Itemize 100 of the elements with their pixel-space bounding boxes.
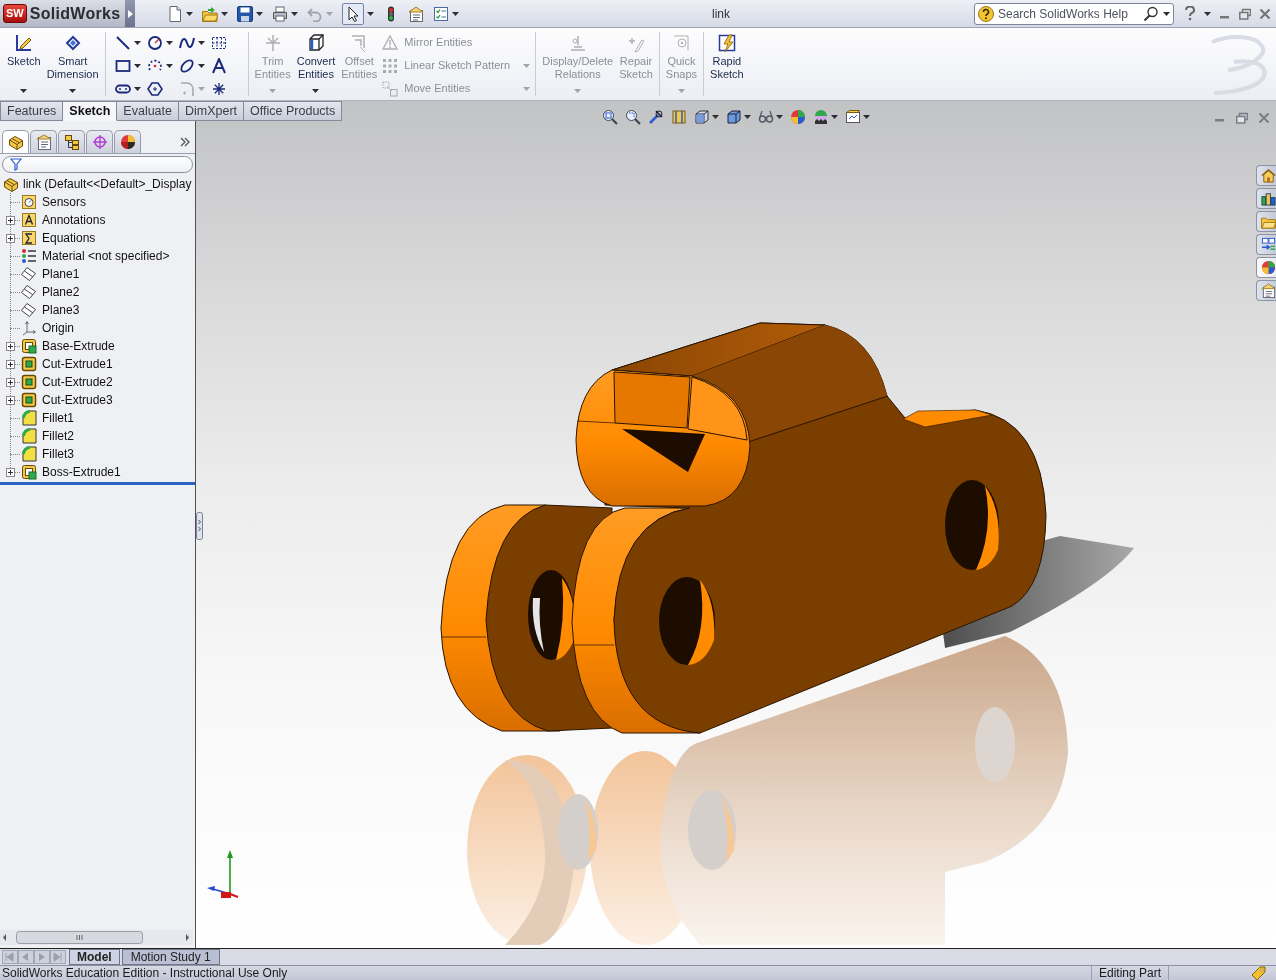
ribbon-tab[interactable]: Sketch (63, 101, 118, 121)
tree-item[interactable]: Cut-Extrude3 (42, 391, 113, 409)
tree-item[interactable]: Plane2 (42, 283, 80, 301)
dashed-grid-icon[interactable] (210, 34, 227, 51)
caret-icon[interactable] (1204, 11, 1211, 16)
color-ball-icon[interactable] (790, 109, 806, 125)
expand-plus-icon[interactable] (6, 359, 15, 369)
scene-ball-icon[interactable] (813, 109, 829, 125)
tree-item[interactable]: Fillet1 (42, 409, 74, 427)
expand-plus-icon[interactable] (6, 215, 15, 225)
tree-item[interactable]: Boss-Extrude1 (42, 463, 121, 481)
view-tab[interactable]: Model (69, 949, 120, 965)
caret-icon[interactable] (744, 115, 751, 119)
zoom-area-icon[interactable] (625, 109, 641, 125)
tree-item[interactable]: Plane3 (42, 301, 80, 319)
letter-icon[interactable] (210, 57, 227, 74)
caret-icon[interactable] (133, 86, 141, 91)
expand-plus-icon[interactable] (6, 467, 15, 477)
task-pane-tab[interactable] (1256, 257, 1276, 278)
section-view-icon[interactable] (671, 109, 687, 125)
caret-icon[interactable] (863, 115, 870, 119)
expand-plus-icon[interactable] (6, 377, 15, 387)
ribbon-tab[interactable]: Office Products (244, 101, 343, 121)
task-pane-tab[interactable] (1256, 165, 1276, 186)
glasses-icon[interactable] (758, 109, 774, 125)
circle-icon[interactable] (146, 34, 163, 51)
restore-icon[interactable] (1236, 112, 1248, 124)
caret-icon[interactable] (197, 40, 205, 45)
previous-view-icon[interactable] (648, 109, 664, 125)
filter-icon[interactable] (10, 158, 22, 171)
tag-icon[interactable] (1251, 965, 1266, 980)
checklist-icon[interactable] (433, 5, 449, 22)
caret-icon[interactable] (133, 40, 141, 45)
caret-icon[interactable] (291, 11, 298, 16)
tree-item[interactable]: Equations (42, 229, 96, 247)
caret-icon[interactable] (221, 11, 228, 16)
expand-plus-icon[interactable] (6, 395, 15, 405)
rapid-sketch-button[interactable]: Rapid Sketch (707, 28, 747, 100)
view-cube-icon[interactable] (694, 109, 710, 125)
view-settings-icon[interactable] (845, 109, 861, 125)
task-pane-tab[interactable] (1256, 234, 1276, 255)
filter-field[interactable] (2, 156, 193, 173)
tree-item[interactable]: Cut-Extrude1 (42, 355, 113, 373)
caret-icon[interactable] (1163, 11, 1170, 16)
expand-arrow-icon[interactable] (127, 9, 133, 18)
help-icon[interactable] (1184, 6, 1196, 21)
tree-item[interactable]: Annotations (42, 211, 106, 229)
panel-tab[interactable] (58, 130, 85, 153)
pointer-icon[interactable] (342, 2, 364, 25)
convert-entities-button[interactable]: Convert Entities (293, 28, 339, 100)
printer-icon[interactable] (272, 5, 288, 22)
expand-plus-icon[interactable] (6, 233, 15, 243)
tree-item[interactable]: Plane1 (42, 265, 80, 283)
tree-item[interactable]: Base-Extrude (42, 337, 115, 355)
ribbon-tab[interactable]: DimXpert (179, 101, 245, 121)
view-tab[interactable]: Motion Study 1 (121, 949, 220, 965)
panel-tab[interactable] (114, 130, 141, 153)
tree-item[interactable]: Origin (42, 319, 74, 337)
caret-icon[interactable] (165, 40, 173, 45)
caret-icon[interactable] (197, 63, 205, 68)
ribbon-tab[interactable]: Evaluate (117, 101, 179, 121)
panel-tab[interactable] (2, 130, 29, 153)
caret-icon[interactable] (69, 89, 77, 94)
document-properties-icon[interactable] (408, 5, 424, 22)
caret-icon[interactable] (831, 115, 838, 119)
ribbon-tab[interactable]: Features (0, 101, 64, 121)
chevron-icon[interactable] (180, 136, 190, 147)
tree-item[interactable]: link (Default<<Default>_Display (23, 175, 192, 193)
ellipse-icon[interactable] (178, 57, 195, 74)
line-icon[interactable] (114, 34, 131, 51)
tree-item[interactable]: Fillet3 (42, 445, 74, 463)
caret-icon[interactable] (133, 63, 141, 68)
panel-tab[interactable] (30, 130, 57, 153)
task-pane-tab[interactable] (1256, 280, 1276, 301)
expand-plus-icon[interactable] (6, 341, 15, 351)
caret-icon[interactable] (312, 89, 320, 94)
tree-item[interactable]: Cut-Extrude2 (42, 373, 113, 391)
zoom-to-fit-icon[interactable] (602, 109, 618, 125)
caret-icon[interactable] (256, 11, 263, 16)
smart-dimension-button[interactable]: Smart Dimension (43, 28, 102, 100)
asterisk-point-icon[interactable] (210, 80, 227, 97)
caret-icon[interactable] (776, 115, 783, 119)
tree-item[interactable]: Sensors (42, 193, 87, 211)
caret-icon[interactable] (452, 11, 459, 16)
splitter-grip-icon[interactable] (196, 512, 203, 540)
horizontal-scrollbar[interactable] (0, 930, 193, 945)
caret-icon[interactable] (367, 11, 374, 16)
caret-icon[interactable] (20, 89, 28, 94)
shaded-cube-icon[interactable] (726, 109, 742, 125)
rectangle-icon[interactable] (114, 57, 131, 74)
new-document-icon[interactable] (167, 5, 183, 22)
save-icon[interactable] (237, 5, 253, 22)
tree-item[interactable]: Material <not specified> (42, 247, 170, 265)
search-icon[interactable] (1143, 5, 1159, 22)
caret-icon[interactable] (712, 115, 719, 119)
search-field[interactable]: Search SolidWorks Help (974, 2, 1174, 25)
sketch-button[interactable]: Sketch (4, 28, 44, 100)
tree-item[interactable]: Fillet2 (42, 427, 74, 445)
caret-icon[interactable] (165, 63, 173, 68)
hexagon-icon[interactable] (146, 80, 163, 97)
